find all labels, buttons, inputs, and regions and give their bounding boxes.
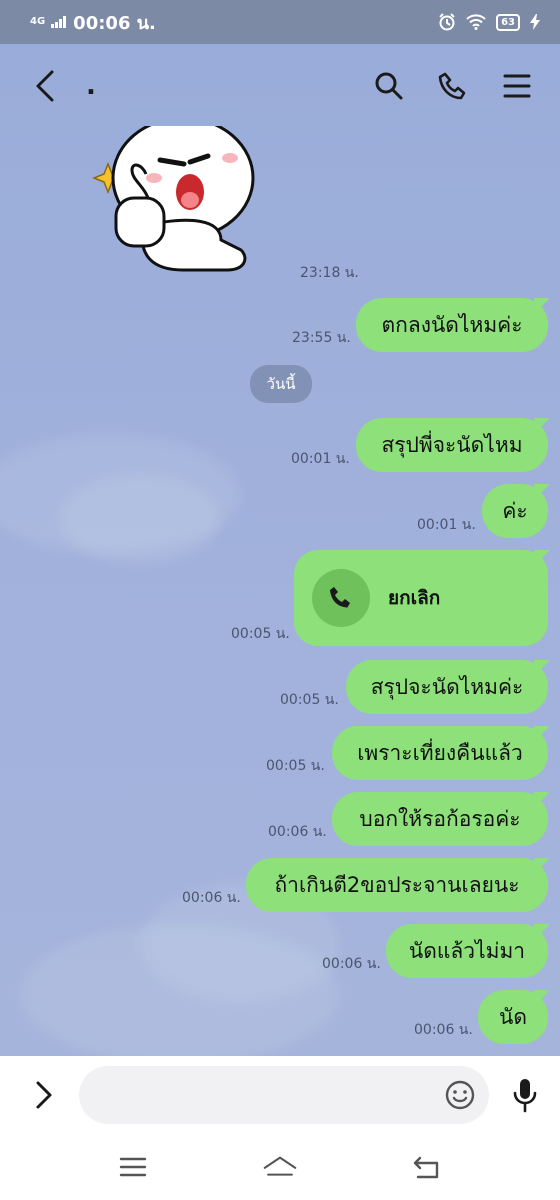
nav-menu-icon[interactable]: [116, 1150, 150, 1184]
search-icon[interactable]: [372, 69, 406, 103]
message-bubble[interactable]: ถ้าเกินตี2ขอประจานเลยนะ: [246, 858, 548, 912]
message-bubble[interactable]: นัด: [478, 990, 548, 1044]
wifi-icon: [466, 14, 486, 30]
message-input[interactable]: [99, 1066, 439, 1124]
phone-icon[interactable]: [436, 69, 470, 103]
status-time: 00:06 น.: [73, 12, 156, 34]
header-actions: [372, 69, 534, 103]
sticker-image[interactable]: [88, 116, 268, 276]
call-message[interactable]: ยกเลิก: [294, 550, 548, 646]
message-time: 00:05 น.: [280, 692, 339, 708]
call-icon: [330, 587, 350, 608]
message-bubble[interactable]: ตกลงนัดไหมค่ะ: [356, 298, 548, 352]
call-icon-circle: [312, 569, 370, 627]
message-time: 00:06 น.: [414, 1022, 473, 1038]
status-left: 4G 00:06 น.: [30, 8, 156, 37]
cloud-decoration: [60, 474, 220, 564]
charging-icon: [530, 14, 540, 30]
signal-icon: [51, 16, 67, 28]
chat-header: .: [0, 44, 560, 128]
message-bubble[interactable]: เพราะเที่ยงคืนแล้ว: [332, 726, 548, 780]
system-nav-bar: [0, 1134, 560, 1200]
emoji-icon[interactable]: [443, 1078, 477, 1112]
mic-icon[interactable]: [509, 1078, 540, 1113]
message-time: 23:18 น.: [300, 265, 359, 281]
network-indicator: 4G: [30, 16, 46, 27]
nav-back-icon[interactable]: [410, 1150, 444, 1184]
message-time: 00:01 น.: [291, 451, 350, 467]
chat-title[interactable]: .: [86, 71, 96, 101]
alarm-icon: [439, 13, 455, 31]
message-time: 00:05 น.: [266, 758, 325, 774]
battery-icon: 63: [496, 13, 520, 31]
message-input-bar: [0, 1056, 560, 1134]
message-time: 00:06 น.: [322, 956, 381, 972]
nav-home-icon[interactable]: [263, 1150, 297, 1184]
message-field[interactable]: [79, 1066, 489, 1124]
message-time: 00:06 น.: [268, 824, 327, 840]
message-time: 00:05 น.: [231, 626, 290, 642]
header-left: .: [28, 69, 96, 103]
message-time: 00:01 น.: [417, 517, 476, 533]
message-bubble[interactable]: นัดแล้วไม่มา: [386, 924, 548, 978]
message-bubble[interactable]: สรุปพี่จะนัดไหม: [356, 418, 548, 472]
back-icon[interactable]: [28, 69, 62, 103]
status-right: 63: [438, 13, 540, 31]
message-time: 23:55 น.: [292, 330, 351, 346]
date-divider: วันนี้: [250, 365, 312, 403]
call-status-label: ยกเลิก: [388, 587, 441, 609]
message-bubble[interactable]: บอกให้รอก้อรอค่ะ: [332, 792, 548, 846]
message-time: 00:06 น.: [182, 890, 241, 906]
expand-icon[interactable]: [28, 1078, 59, 1112]
menu-icon[interactable]: [500, 69, 534, 103]
message-bubble[interactable]: ค่ะ: [482, 484, 548, 538]
status-bar: 4G 00:06 น. 63: [0, 0, 560, 44]
message-bubble[interactable]: สรุปจะนัดไหมค่ะ: [346, 660, 548, 714]
